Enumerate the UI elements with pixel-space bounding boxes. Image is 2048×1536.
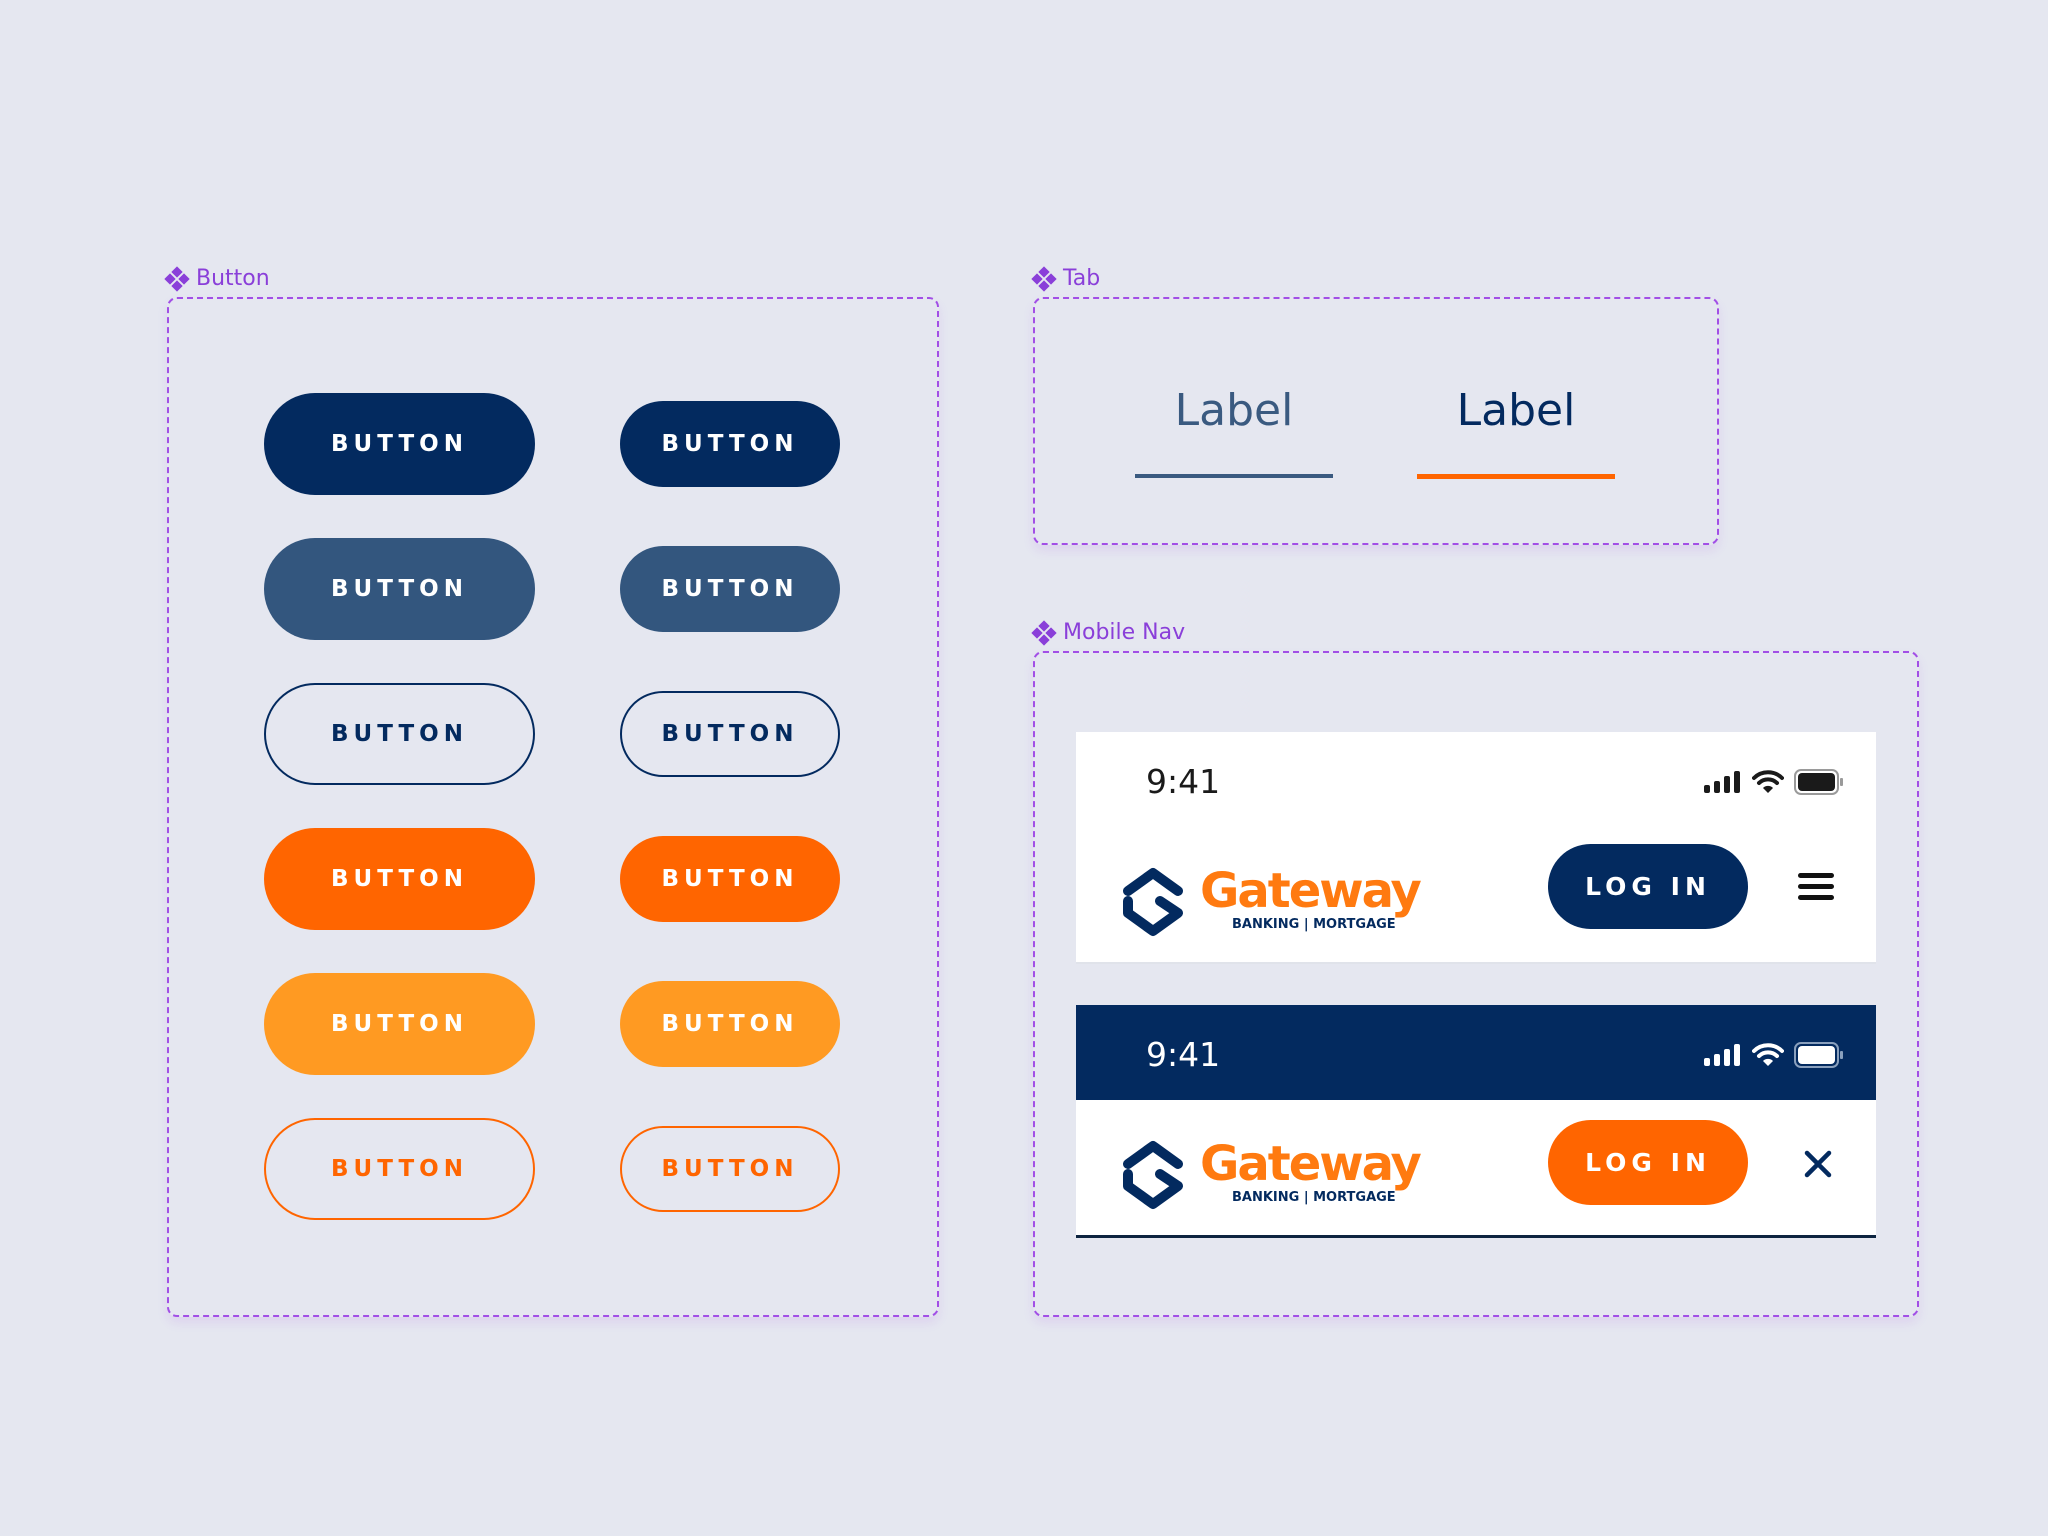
wifi-icon [1752, 770, 1784, 793]
status-time: 9:41 [1146, 762, 1221, 801]
tab-frame-label: Tab [1031, 265, 1101, 292]
tab-label: Label [1456, 385, 1576, 436]
status-icons [1704, 1042, 1844, 1068]
nav-bar: Gateway BANKING | MORTGAGE LOG IN [1076, 827, 1876, 962]
close-icon[interactable] [1802, 1148, 1834, 1180]
component-icon [1031, 265, 1057, 292]
button-outline-navy-small[interactable]: BUTTON [620, 691, 840, 777]
gateway-mark-icon [1123, 868, 1183, 936]
button-secondary-amber-small[interactable]: BUTTON [620, 981, 840, 1067]
button-primary-navy-large[interactable]: BUTTON [264, 393, 535, 495]
mobile-nav-frame-title: Mobile Nav [1063, 620, 1186, 645]
button-frame-label: Button [164, 265, 270, 292]
button-primary-navy-small[interactable]: BUTTON [620, 401, 840, 487]
status-bar: 9:41 [1076, 1005, 1876, 1100]
button-primary-orange-large[interactable]: BUTTON [264, 828, 535, 930]
logo-wordmark: Gateway [1200, 1136, 1422, 1192]
mobile-nav-dark: 9:41 Gateway BANKING | MORTGAGE LOG IN [1076, 1005, 1876, 1238]
nav-bar: Gateway BANKING | MORTGAGE LOG IN [1076, 1100, 1876, 1235]
login-button[interactable]: LOG IN [1548, 1120, 1748, 1205]
signal-icon [1704, 1044, 1740, 1066]
mobile-nav-frame-label: Mobile Nav [1031, 619, 1186, 646]
tab-active[interactable]: Label [1417, 385, 1615, 479]
button-outline-orange-small[interactable]: BUTTON [620, 1126, 840, 1212]
logo-wordmark: Gateway [1200, 863, 1422, 919]
button-secondary-slate-small[interactable]: BUTTON [620, 546, 840, 632]
status-time: 9:41 [1146, 1035, 1221, 1074]
mobile-nav-light: 9:41 Gateway BANKING | MORTGAGE LOG IN [1076, 732, 1876, 964]
button-secondary-slate-large[interactable]: BUTTON [264, 538, 535, 640]
battery-icon [1794, 769, 1843, 795]
gateway-logo[interactable]: Gateway BANKING | MORTGAGE [1120, 863, 1422, 937]
status-icons [1704, 769, 1844, 795]
button-primary-orange-small[interactable]: BUTTON [620, 836, 840, 922]
gateway-logo[interactable]: Gateway BANKING | MORTGAGE [1120, 1136, 1422, 1210]
tab-label: Label [1174, 385, 1294, 436]
hamburger-menu-icon[interactable] [1798, 867, 1834, 906]
button-frame-title: Button [196, 266, 270, 291]
login-button[interactable]: LOG IN [1548, 844, 1748, 929]
wifi-icon [1752, 1043, 1784, 1066]
component-icon [164, 265, 190, 292]
status-bar: 9:41 [1076, 732, 1876, 827]
button-outline-navy-large[interactable]: BUTTON [264, 683, 535, 785]
button-outline-orange-large[interactable]: BUTTON [264, 1118, 535, 1220]
tab-frame-title: Tab [1063, 266, 1101, 291]
battery-icon [1794, 1042, 1843, 1068]
logo-tagline: BANKING | MORTGAGE [1232, 1190, 1396, 1205]
gateway-mark-icon [1123, 1141, 1183, 1209]
button-secondary-amber-large[interactable]: BUTTON [264, 973, 535, 1075]
tab-inactive[interactable]: Label [1135, 385, 1333, 478]
signal-icon [1704, 771, 1740, 793]
tab-underline [1135, 474, 1333, 478]
component-icon [1031, 619, 1057, 646]
tab-underline-active [1417, 474, 1615, 479]
logo-tagline: BANKING | MORTGAGE [1232, 917, 1396, 932]
